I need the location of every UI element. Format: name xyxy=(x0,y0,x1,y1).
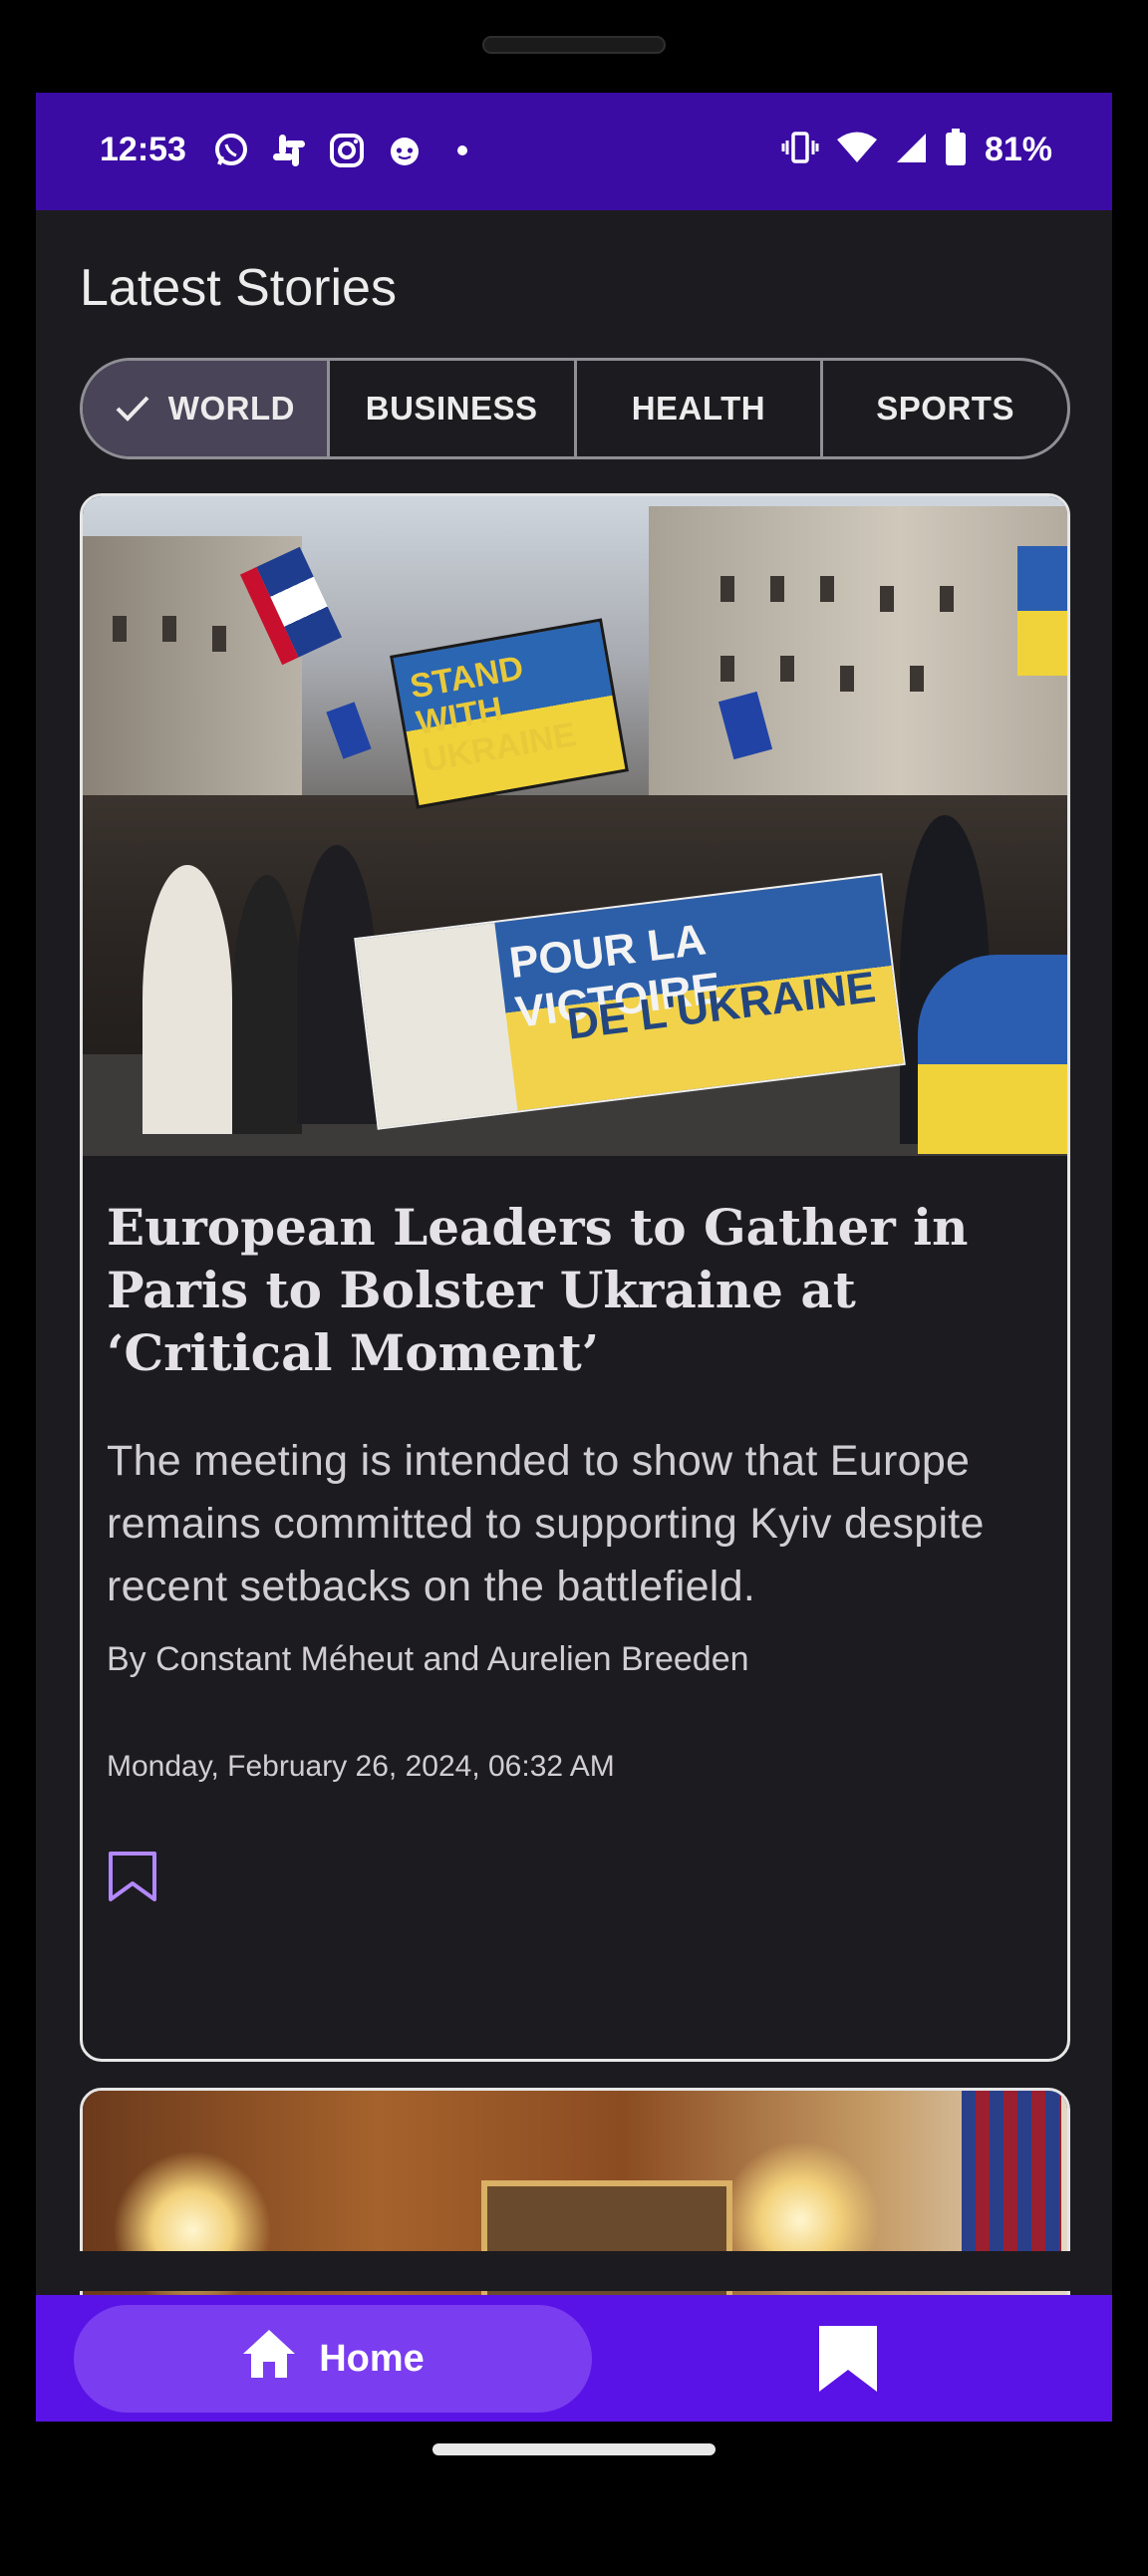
image-window xyxy=(770,576,784,602)
tab-world[interactable]: WORLD xyxy=(83,361,330,456)
battery-percent: 81% xyxy=(984,131,1052,168)
signal-icon xyxy=(895,132,927,168)
home-gesture-bar[interactable] xyxy=(432,2443,716,2455)
bookmark-outline-icon[interactable] xyxy=(105,1850,160,1905)
article-title[interactable]: European Leaders to Gather in Paris to B… xyxy=(107,1196,1043,1384)
notification-dot-icon xyxy=(442,131,482,170)
image-flag xyxy=(918,955,1067,1154)
image-person xyxy=(232,875,302,1134)
tab-label: BUSINESS xyxy=(365,390,538,427)
article-byline: By Constant Méheut and Aurelien Breeden xyxy=(107,1640,749,1678)
bookmark-icon xyxy=(813,2324,883,2399)
image-sign-text: STAND WITH UKRAINE xyxy=(407,649,579,780)
category-tabs: WORLD BUSINESS HEALTH SPORTS xyxy=(80,358,1070,459)
whatsapp-icon xyxy=(211,131,251,170)
nav-bookmarks-button[interactable] xyxy=(808,2321,888,2401)
tab-label: SPORTS xyxy=(876,390,1014,427)
image-window xyxy=(162,616,176,642)
article-description: The meeting is intended to show that Eur… xyxy=(107,1437,985,1610)
image-person xyxy=(143,865,232,1134)
tab-label: HEALTH xyxy=(631,390,766,427)
tab-sports[interactable]: SPORTS xyxy=(823,361,1067,456)
tab-business[interactable]: BUSINESS xyxy=(330,361,577,456)
status-notification-icons xyxy=(211,131,482,170)
slack-icon xyxy=(269,131,309,170)
image-window xyxy=(880,586,894,612)
image-window xyxy=(113,616,127,642)
vibrate-icon xyxy=(781,129,819,171)
article-date: Monday, February 26, 2024, 06:32 AM xyxy=(107,1750,615,1783)
image-window xyxy=(212,626,226,652)
image-flag xyxy=(1017,546,1067,676)
image-flag xyxy=(326,702,372,759)
nav-home-button[interactable]: Home xyxy=(74,2305,592,2413)
image-window xyxy=(940,586,954,612)
page-title: Latest Stories xyxy=(80,259,397,317)
check-icon xyxy=(115,394,150,424)
reddit-icon xyxy=(385,131,425,170)
nav-home-label: Home xyxy=(319,2337,425,2380)
article-image: STAND WITH UKRAINE POUR LA VICTOIRE DE L… xyxy=(83,496,1067,1156)
instagram-icon xyxy=(327,131,367,170)
image-banner-panel xyxy=(356,922,518,1128)
bottom-navigation: Home xyxy=(36,2295,1112,2422)
status-time: 12:53 xyxy=(100,131,186,168)
app-screen: 12:53 81% Latest Stories WORLD BUSINESS … xyxy=(36,93,1112,2422)
image-painting xyxy=(481,2180,732,2312)
image-window xyxy=(820,576,834,602)
home-icon xyxy=(241,2328,297,2390)
image-protest-sign: STAND WITH UKRAINE xyxy=(390,618,629,809)
status-bar: 12:53 81% xyxy=(36,93,1112,210)
image-window xyxy=(720,576,734,602)
image-window xyxy=(840,666,854,692)
status-system-icons: 81% xyxy=(781,129,1052,171)
tab-health[interactable]: HEALTH xyxy=(577,361,824,456)
phone-frame: 12:53 81% Latest Stories WORLD BUSINESS … xyxy=(0,0,1148,2576)
speaker-grille xyxy=(482,36,666,54)
tab-label: WORLD xyxy=(167,390,295,427)
battery-icon xyxy=(945,129,967,171)
image-window xyxy=(720,656,734,682)
list-cutoff xyxy=(36,2251,1112,2291)
article-card[interactable]: STAND WITH UKRAINE POUR LA VICTOIRE DE L… xyxy=(80,493,1070,2062)
image-window xyxy=(780,656,794,682)
wifi-icon xyxy=(836,131,877,169)
image-window xyxy=(910,666,924,692)
